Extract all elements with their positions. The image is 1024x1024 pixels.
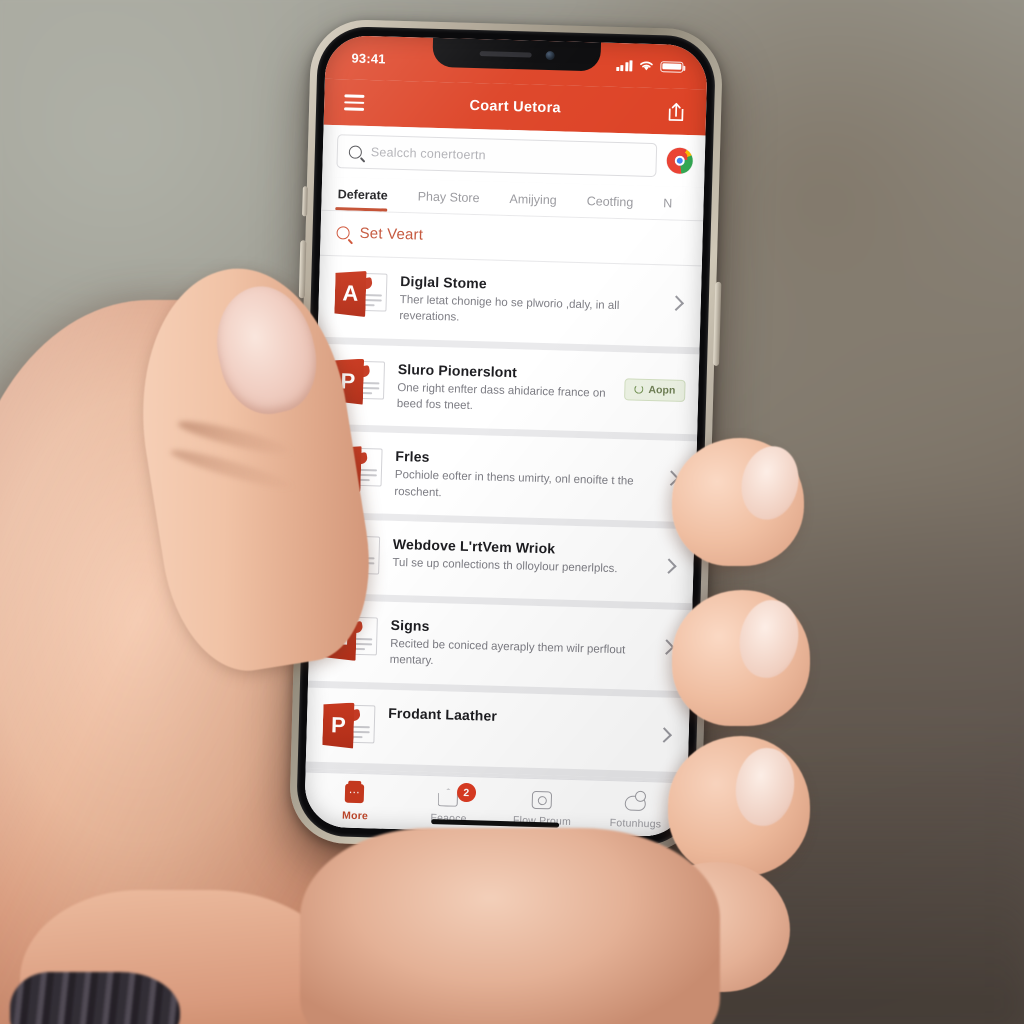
photo-scene: 93:41 Coart Uetora Sealcch conertoertn D… [0, 0, 1024, 1024]
chrome-icon[interactable] [666, 147, 694, 175]
office-app-icon-access: A [334, 270, 388, 317]
list-item-description: Pochiole eofter in thens umirty, onl eno… [394, 469, 634, 499]
icon-letter: P [322, 702, 354, 749]
cloud-icon [624, 790, 648, 813]
hand-lower-palm [300, 828, 720, 1024]
silent-switch[interactable] [302, 186, 308, 217]
status-badge[interactable]: Aopn [624, 377, 686, 402]
list-item-title: Sluro Pionerslont [397, 360, 518, 380]
list-item[interactable]: V Frles Pochiole eofter in thens umirty,… [312, 430, 697, 530]
nav-item-label: More [341, 809, 369, 823]
display-notch [432, 37, 602, 72]
saved-search-label: Set Veart [359, 224, 424, 244]
search-input[interactable]: Sealcch conertoertn [336, 134, 658, 178]
hamburger-menu-icon[interactable] [344, 94, 365, 111]
list-item-description: Tul se up conlections th olloylour pener… [392, 556, 618, 576]
status-time: 93:41 [351, 50, 386, 66]
office-app-icon-powerpoint-2: P [322, 702, 376, 749]
upload-share-icon[interactable] [666, 100, 687, 123]
page-title: Coart Uetora [469, 97, 562, 117]
list-item-title: Frodant Laather [388, 704, 498, 724]
tab-deferate[interactable]: Deferate [335, 177, 400, 212]
list-item[interactable]: A Diglal Stome Ther letat chonige ho se … [317, 255, 702, 355]
smartphone-device: 93:41 Coart Uetora Sealcch conertoertn D… [288, 18, 724, 854]
wifi-icon [640, 61, 653, 71]
nav-item-label: Fotunhugs [609, 817, 662, 831]
search-icon [348, 145, 363, 159]
signal-bars-icon [615, 59, 633, 71]
sync-ring-icon [634, 384, 644, 394]
phone-screen: 93:41 Coart Uetora Sealcch conertoertn D… [304, 34, 708, 838]
camera-icon [531, 788, 554, 811]
battery-icon [660, 60, 684, 73]
volume-up-button[interactable] [298, 240, 307, 299]
list-item[interactable]: N Signs Recited be coniced ayeraply them… [307, 599, 693, 698]
phone-bezel: 93:41 Coart Uetora Sealcch conertoertn D… [295, 25, 717, 847]
tab-phay-store[interactable]: Phay Store [415, 179, 492, 214]
tab-overflow[interactable]: N [661, 186, 685, 220]
earpiece-speaker [479, 51, 532, 58]
app-list[interactable]: A Diglal Stome Ther letat chonige ho se … [305, 255, 702, 783]
search-placeholder: Sealcch conertoertn [370, 145, 487, 163]
tab-ceotfing[interactable]: Ceotfing [584, 184, 645, 219]
search-icon [336, 226, 350, 240]
bracelet [10, 972, 180, 1024]
list-item[interactable]: P Frodant Laather [305, 687, 690, 779]
front-camera-icon [545, 50, 555, 61]
chevron-right-icon[interactable] [656, 726, 672, 743]
list-item-description: Ther letat chonige ho se plworio ,daly, … [399, 293, 620, 324]
list-item[interactable]: P Sluro Pionerslont One right enfter das… [315, 343, 700, 442]
list-item-description: One right enfter dass ahidarice france o… [396, 381, 606, 413]
more-grid-icon [344, 783, 367, 806]
status-indicators [615, 59, 684, 73]
tab-amijying[interactable]: Amijying [507, 182, 569, 217]
chevron-right-icon[interactable] [668, 295, 685, 311]
app-container: 93:41 Coart Uetora Sealcch conertoertn D… [304, 34, 708, 838]
notification-badge: 2 [456, 782, 477, 803]
list-item-description: Recited be coniced ayeraply them wilr pe… [389, 637, 626, 668]
chevron-right-icon[interactable] [661, 558, 677, 574]
status-badge-label: Aopn [648, 383, 676, 397]
icon-letter: A [334, 270, 366, 317]
nav-item-more[interactable]: More [308, 782, 403, 824]
